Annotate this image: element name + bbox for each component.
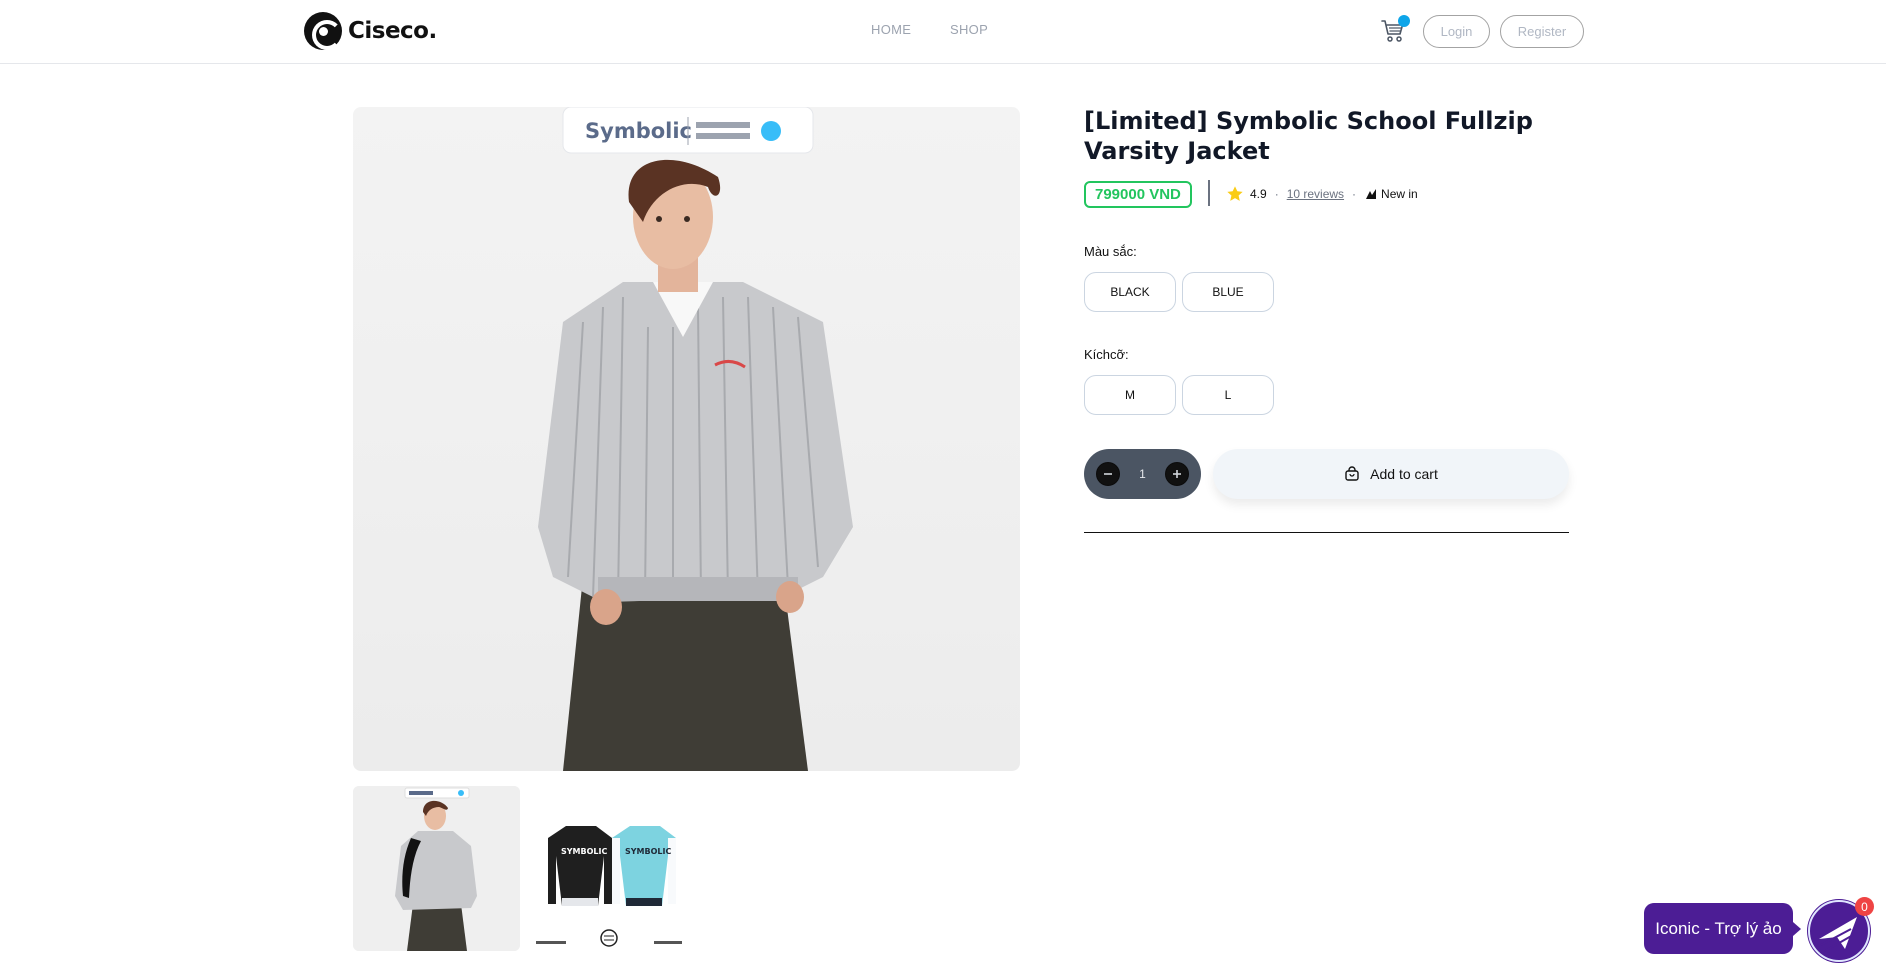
svg-text:SYMBOLIC: SYMBOLIC xyxy=(625,847,671,856)
register-button[interactable]: Register xyxy=(1500,15,1584,48)
separator-dot: · xyxy=(1352,187,1357,201)
minus-icon xyxy=(1104,473,1112,475)
section-divider xyxy=(1084,532,1569,533)
star-icon xyxy=(1227,186,1243,201)
cart-indicator-dot xyxy=(1398,15,1410,27)
quantity-stepper: 1 xyxy=(1084,449,1201,499)
thumbnail-photo-model xyxy=(353,786,520,951)
increase-quantity-button[interactable] xyxy=(1165,462,1189,486)
color-option-blue[interactable]: BLUE xyxy=(1182,272,1274,312)
price-badge: 799000 VND xyxy=(1084,181,1192,208)
nav-home-link[interactable]: HOME xyxy=(871,22,911,37)
quantity-value: 1 xyxy=(1139,467,1146,481)
add-to-cart-label: Add to cart xyxy=(1370,466,1438,482)
main-product-image[interactable]: Symbolic xyxy=(353,107,1020,771)
product-photo-jacket: Symbolic xyxy=(538,107,853,771)
separator-dot: · xyxy=(1274,187,1279,201)
chat-pointer xyxy=(1793,922,1801,936)
product-title: [Limited] Symbolic School Fullzip Varsit… xyxy=(1084,107,1533,165)
logo-text: Ciseco. xyxy=(348,18,437,44)
thumbnail-2[interactable]: SYMBOLIC SYMBOLIC xyxy=(526,786,693,951)
size-label: Kíchcỡ: xyxy=(1084,347,1129,362)
new-in-badge: New in xyxy=(1381,187,1418,201)
thumbnail-photo-varsity-jackets: SYMBOLIC SYMBOLIC xyxy=(526,786,693,951)
price-divider xyxy=(1208,180,1210,206)
size-option-m[interactable]: M xyxy=(1084,375,1176,415)
logo[interactable]: Ciseco. xyxy=(304,12,437,50)
chat-assistant-button[interactable]: Iconic - Trợ lý ảo xyxy=(1644,903,1793,954)
new-in-icon xyxy=(1366,189,1377,199)
nav-shop-link[interactable]: SHOP xyxy=(950,22,988,37)
decrease-quantity-button[interactable] xyxy=(1096,462,1120,486)
plus-icon xyxy=(1173,470,1181,478)
thumbnail-1[interactable] xyxy=(353,786,520,951)
add-to-cart-button[interactable]: Add to cart xyxy=(1213,449,1569,499)
site-header: Ciseco. HOME SHOP Login Register xyxy=(0,0,1886,64)
login-button[interactable]: Login xyxy=(1423,15,1490,48)
nav-item-home[interactable]: HOME xyxy=(871,22,911,37)
svg-text:Symbolic: Symbolic xyxy=(585,119,692,143)
logo-icon xyxy=(304,12,342,50)
size-option-l[interactable]: L xyxy=(1182,375,1274,415)
nav-item-shop[interactable]: SHOP xyxy=(950,22,988,37)
color-label: Màu sắc: xyxy=(1084,244,1137,259)
rating-value: 4.9 xyxy=(1250,187,1267,201)
svg-text:SYMBOLIC: SYMBOLIC xyxy=(561,847,607,856)
color-option-black[interactable]: BLACK xyxy=(1084,272,1176,312)
rating-row: 4.9 · 10 reviews · New in xyxy=(1226,184,1418,204)
chat-notification-badge: 0 xyxy=(1855,897,1874,916)
reviews-link[interactable]: 10 reviews xyxy=(1287,187,1344,201)
shopping-bag-icon xyxy=(1345,466,1359,481)
